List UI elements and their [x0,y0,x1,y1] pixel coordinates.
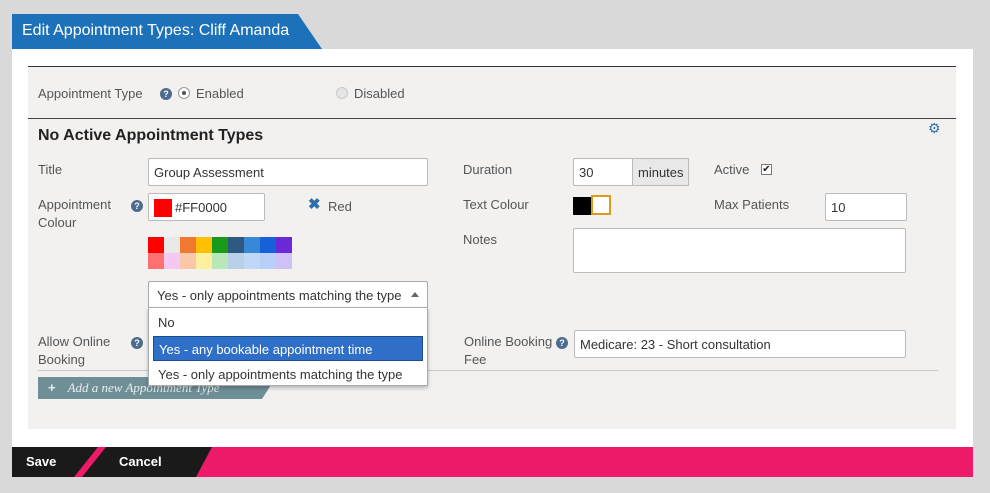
colour-swatch[interactable] [148,253,164,269]
divider [28,118,956,119]
colour-swatch[interactable] [196,253,212,269]
colour-swatch[interactable] [276,253,292,269]
appointment-type-label: Appointment Type [38,86,143,101]
colour-swatch[interactable] [148,237,164,253]
duration-input[interactable]: 30 [573,158,633,186]
colour-swatch[interactable] [228,237,244,253]
colour-swatch[interactable] [180,237,196,253]
help-icon[interactable]: ? [556,337,568,349]
allow-online-booking-label-2: Booking [38,352,85,367]
save-button[interactable]: Save [26,454,56,469]
colour-swatch[interactable] [212,237,228,253]
colour-palette [148,237,292,269]
colour-swatch[interactable] [276,237,292,253]
window-title-tab: Edit Appointment Types: Cliff Amanda [12,14,322,49]
colour-swatch[interactable] [196,237,212,253]
appointment-colour-label-2: Colour [38,215,77,230]
colour-hex-value: #FF0000 [175,200,228,215]
gear-icon[interactable]: ⚙ [928,121,942,135]
plus-icon: + [48,380,56,395]
allow-online-booking-label-1: Allow Online [38,334,111,349]
duration-unit: minutes [632,158,689,186]
title-input[interactable]: Group Assessment [148,158,428,186]
colour-preview-swatch [154,199,172,217]
active-label: Active [714,162,750,177]
colour-swatch[interactable] [212,253,228,269]
footer-bar: Save Cancel [12,447,973,477]
duration-label: Duration [463,162,513,177]
window-title: Edit Appointment Types: Cliff Amanda [22,22,290,39]
online-booking-select[interactable]: Yes - only appointments matching the typ… [148,281,428,309]
colour-swatch[interactable] [164,237,180,253]
chevron-up-icon [411,292,419,297]
help-icon[interactable]: ? [131,337,143,349]
online-booking-selected: Yes - only appointments matching the typ… [157,288,402,303]
active-checkbox[interactable]: ✔ [761,164,772,175]
cancel-button[interactable]: Cancel [119,454,162,469]
colour-swatch[interactable] [180,253,196,269]
disabled-radio[interactable] [336,87,348,99]
edit-dialog: Appointment Type ? Enabled Disabled No A… [12,49,973,447]
colour-swatch[interactable] [244,237,260,253]
option-no[interactable]: No [153,310,423,335]
max-patients-label: Max Patients [714,197,790,212]
colour-swatch[interactable] [228,253,244,269]
form-panel: Appointment Type ? Enabled Disabled No A… [28,66,956,429]
enabled-radio[interactable] [178,87,190,99]
colour-swatch[interactable] [260,253,276,269]
x-icon[interactable]: ✖ [308,196,321,214]
online-booking-dropdown: No Yes - any bookable appointment time Y… [148,307,428,386]
colour-name: Red [328,199,352,214]
option-any-bookable[interactable]: Yes - any bookable appointment time [153,336,423,361]
online-booking-fee-input[interactable]: Medicare: 23 - Short consultation [574,330,906,358]
colour-hex-input[interactable]: #FF0000 [148,193,265,221]
option-matching-type[interactable]: Yes - only appointments matching the typ… [153,362,423,387]
colour-swatch[interactable] [164,253,180,269]
colour-swatch[interactable] [244,253,260,269]
text-colour-black-swatch[interactable] [573,197,591,215]
notes-label: Notes [463,232,497,247]
colour-swatch[interactable] [260,237,276,253]
enabled-radio-label[interactable]: Enabled [196,85,244,103]
text-colour-white-swatch[interactable] [591,195,611,215]
title-label: Title [38,162,63,177]
max-patients-input[interactable]: 10 [825,193,907,221]
help-icon[interactable]: ? [160,88,172,100]
disabled-radio-label[interactable]: Disabled [354,85,405,103]
help-icon[interactable]: ? [131,200,143,212]
online-booking-fee-label-1: Online Booking [464,334,553,349]
appointment-colour-label-1: Appointment [38,197,111,212]
text-colour-label: Text Colour [463,197,529,212]
notes-textarea[interactable] [573,228,906,273]
section-title: No Active Appointment Types [38,127,264,144]
online-booking-fee-label-2: Fee [464,352,487,367]
